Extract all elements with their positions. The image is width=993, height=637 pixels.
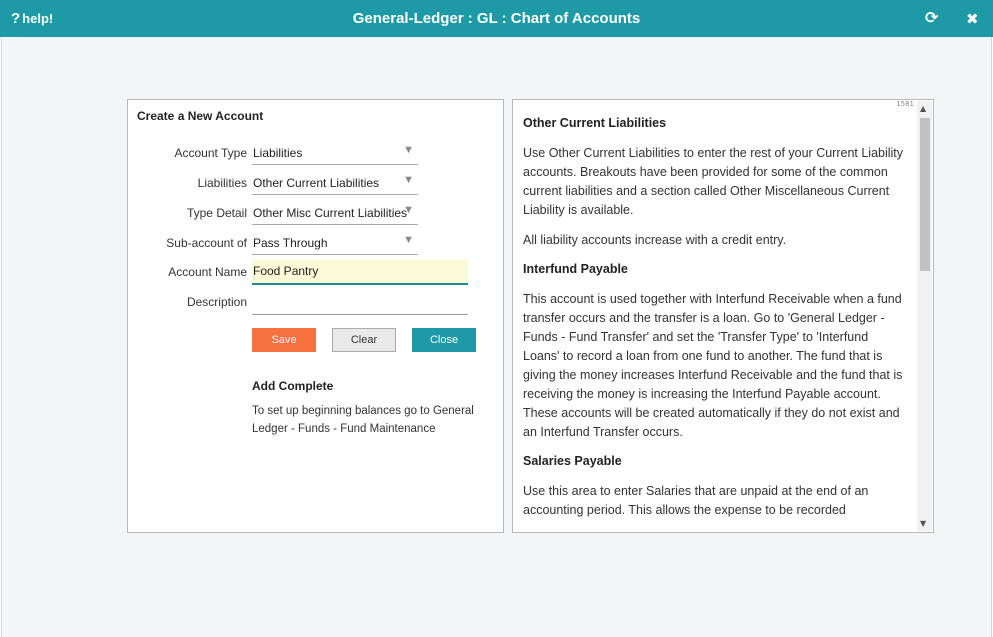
- add-complete-text: To set up beginning balances go to Gener…: [252, 405, 474, 435]
- type-detail-value: Other Misc Current Liabilities: [253, 206, 408, 220]
- help-paragraph: Use Other Current Liabilities to enter t…: [523, 146, 904, 217]
- sub-account-select[interactable]: Pass Through ▼: [252, 231, 418, 255]
- save-button[interactable]: Save: [252, 328, 316, 352]
- help-content: Other Current Liabilities Use Other Curr…: [523, 115, 908, 531]
- scroll-down-icon[interactable]: ▼: [920, 519, 926, 528]
- account-type-value: Liabilities: [253, 146, 303, 160]
- sub-account-row: Sub-account of Pass Through ▼: [128, 231, 505, 255]
- help-paragraph: All liability accounts increase with a c…: [523, 233, 787, 247]
- type-detail-select[interactable]: Other Misc Current Liabilities ▼: [252, 201, 418, 225]
- type-detail-row: Type Detail Other Misc Current Liabiliti…: [128, 201, 505, 225]
- sub-account-label: Sub-account of: [166, 236, 247, 250]
- help-paragraph: This account is used together with Inter…: [523, 292, 903, 439]
- chevron-down-icon: ▼: [403, 174, 414, 186]
- account-type-select[interactable]: Liabilities ▼: [252, 141, 418, 165]
- close-button[interactable]: Close: [412, 328, 476, 352]
- chevron-down-icon: ▼: [403, 234, 414, 246]
- type-detail-label: Type Detail: [186, 206, 247, 220]
- panel-title: Create a New Account: [137, 109, 264, 123]
- account-name-label: Account Name: [168, 265, 247, 279]
- account-type-label: Account Type: [174, 146, 248, 160]
- liabilities-row: Liabilities Other Current Liabilities ▼: [128, 171, 505, 195]
- vertical-scrollbar[interactable]: ▲ ▼: [917, 101, 932, 531]
- title-bar: ? help! General-Ledger : GL : Chart of A…: [0, 0, 993, 37]
- add-complete-title: Add Complete: [252, 379, 334, 393]
- description-label: Description: [186, 295, 247, 309]
- scrollbar-thumb[interactable]: [920, 118, 930, 271]
- window-title: General-Ledger : GL : Chart of Accounts: [352, 10, 641, 27]
- page-marker: 1581: [896, 100, 914, 108]
- help-panel[interactable]: 1581 Other Current Liabilities Use Other…: [512, 99, 934, 533]
- description-input[interactable]: [252, 290, 468, 315]
- account-name-row: Account Name Food Pantry: [128, 260, 505, 285]
- liabilities-value: Other Current Liabilities: [253, 176, 380, 190]
- clear-button[interactable]: Clear: [332, 328, 396, 352]
- chevron-down-icon: ▼: [403, 144, 414, 156]
- help-heading: Salaries Payable: [523, 454, 622, 468]
- close-icon[interactable]: ✖: [966, 10, 979, 28]
- account-type-row: Account Type Liabilities ▼: [128, 141, 505, 165]
- liabilities-label: Liabilities: [197, 176, 247, 190]
- create-account-panel: Create a New Account Account Type Liabil…: [127, 99, 504, 533]
- help-heading: Other Current Liabilities: [523, 116, 667, 130]
- refresh-icon[interactable]: ⟳: [925, 8, 938, 27]
- scroll-up-icon[interactable]: ▲: [920, 104, 926, 113]
- help-heading: Interfund Payable: [523, 262, 628, 276]
- account-name-input[interactable]: Food Pantry: [252, 260, 468, 285]
- sub-account-value: Pass Through: [253, 236, 328, 250]
- help-paragraph: Use this area to enter Salaries that are…: [523, 484, 869, 517]
- description-row: Description: [128, 290, 505, 315]
- chevron-down-icon: ▼: [403, 204, 414, 216]
- liabilities-select[interactable]: Other Current Liabilities ▼: [252, 171, 418, 195]
